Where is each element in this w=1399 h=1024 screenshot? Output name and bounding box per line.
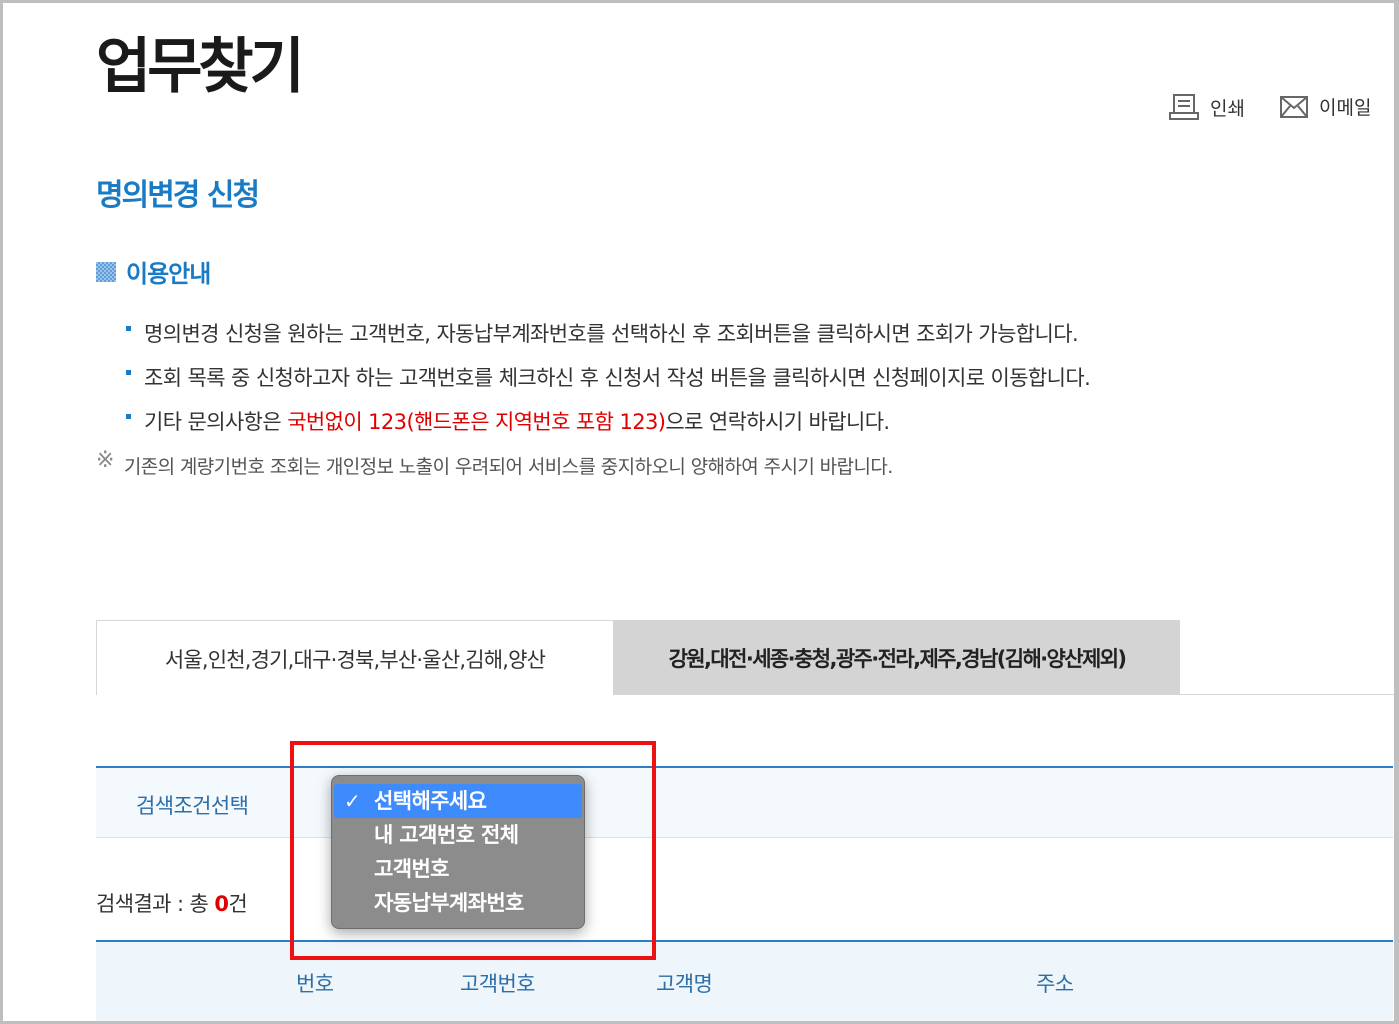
guide-list: 명의변경 신청을 원하는 고객번호, 자동납부계좌번호를 선택하신 후 조회버튼… <box>124 318 1091 450</box>
square-bullet-icon <box>96 261 116 282</box>
result-suffix: 건 <box>228 892 248 916</box>
guide-title: 이용안내 <box>126 260 211 288</box>
tab-region-1[interactable]: 서울,인천,경기,대구·경북,부산·울산,김해,양산 <box>96 620 614 695</box>
guide-item-contact: 기타 문의사항은 국번없이 123(핸드폰은 지역번호 포함 123)으로 연락… <box>124 406 1090 450</box>
guide-item: 조회 목록 중 신청하고자 하는 고객번호를 체크하신 후 신청서 작성 버튼을… <box>124 362 1091 406</box>
print-button[interactable]: 인쇄 <box>1168 93 1245 121</box>
tab-region-2[interactable]: 강원,대전·세종·충청,광주·전라,제주,경남(김해·양산제외) <box>614 620 1180 695</box>
red-highlight-box <box>290 741 656 960</box>
notice-text: 기존의 계량기번호 조회는 개인정보 노출이 우려되어 서비스를 중지하오니 양… <box>123 456 893 478</box>
column-header-address: 주소 <box>1036 972 1074 996</box>
search-condition-label: 검색조건선택 <box>136 794 249 818</box>
notice: ※ 기존의 계량기번호 조회는 개인정보 노출이 우려되어 서비스를 중지하오니… <box>96 448 893 479</box>
email-button[interactable]: 이메일 <box>1279 93 1371 120</box>
search-result-summary: 검색결과 : 총 0건 <box>96 888 248 918</box>
result-prefix: 검색결과 : 총 <box>96 892 215 916</box>
column-header-customer-name: 고객명 <box>656 972 713 996</box>
column-header-customer-number: 고객번호 <box>460 972 535 996</box>
result-count: 0 <box>214 892 229 916</box>
print-icon <box>1168 93 1200 121</box>
page-title: 업무찾기 <box>96 32 305 102</box>
column-header-number: 번호 <box>296 972 334 996</box>
guide-heading: 이용안내 <box>96 254 211 289</box>
envelope-icon <box>1279 95 1309 119</box>
reference-mark-icon: ※ <box>96 448 114 473</box>
guide-item: 명의변경 신청을 원하는 고객번호, 자동납부계좌번호를 선택하신 후 조회버튼… <box>124 318 1090 362</box>
contact-text-before: 기타 문의사항은 <box>144 410 288 434</box>
contact-text-after: 으로 연락하시기 바랍니다. <box>665 410 890 434</box>
window-frame <box>0 0 1399 1024</box>
email-label: 이메일 <box>1319 97 1372 119</box>
section-title: 명의변경 신청 <box>96 178 260 213</box>
region-tabs: 서울,인천,경기,대구·경북,부산·울산,김해,양산 강원,대전·세종·충청,광… <box>96 620 1399 695</box>
contact-phone-highlight: 국번없이 123(핸드폰은 지역번호 포함 123) <box>287 410 666 434</box>
print-label: 인쇄 <box>1210 97 1245 120</box>
